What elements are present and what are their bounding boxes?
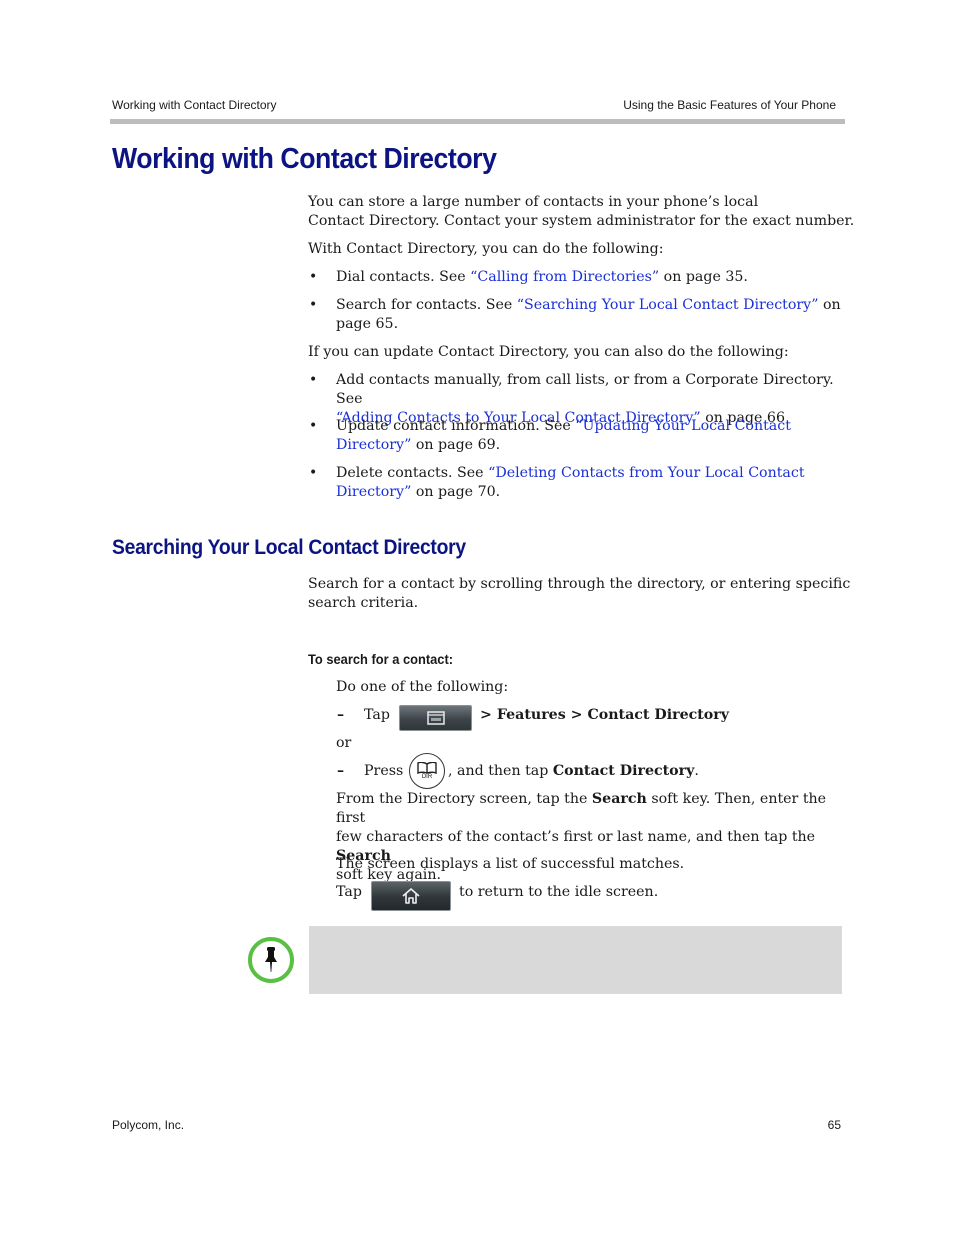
directory-hard-key[interactable]: DIR (409, 753, 445, 789)
bullet-icon: • (309, 418, 318, 434)
dir-key-label: DIR (421, 773, 433, 780)
procedure-title: To search for a contact: (308, 651, 454, 667)
list1-lead: With Contact Directory, you can do the f… (308, 241, 664, 257)
menu-path: > Features > Contact Directory (480, 707, 729, 723)
menu-softkey[interactable] (399, 705, 472, 731)
running-header-left: Working with Contact Directory (112, 98, 277, 112)
step-lead: Do one of the following: (336, 679, 509, 695)
home-icon (402, 888, 420, 904)
page-number: 65 (827, 1118, 841, 1132)
list2-lead: If you can update Contact Directory, you… (308, 344, 789, 360)
link-calling-from-directories[interactable]: “Calling from Directories” (470, 269, 659, 285)
search-intro: Search for a contact by scrolling throug… (308, 576, 851, 611)
section-heading: Searching Your Local Contact Directory (112, 536, 466, 559)
bullet-icon: • (309, 372, 318, 388)
list-item: Update contact information. See “Updatin… (336, 418, 791, 453)
bullet-icon: • (309, 269, 318, 285)
link-deleting-contacts[interactable]: “Deleting Contacts from Your Local Conta… (488, 465, 804, 481)
list-item: Delete contacts. See “Deleting Contacts … (336, 465, 805, 500)
home-softkey[interactable] (371, 881, 451, 911)
list-item: Search for contacts. See “Searching Your… (336, 297, 841, 332)
bullet-icon: • (309, 465, 318, 481)
dash-marker: – (337, 707, 345, 723)
note-pushpin-icon (248, 937, 294, 983)
note-box (309, 926, 842, 994)
bullet-icon: • (309, 297, 318, 313)
running-header-right: Using the Basic Features of Your Phone (623, 98, 836, 112)
intro-line-2: Contact Directory. Contact your system a… (308, 213, 855, 229)
link-updating-directory[interactable]: “Updating Your Local Contact (575, 418, 791, 434)
list-item: Dial contacts. See “Calling from Directo… (336, 269, 748, 285)
page-title: Working with Contact Directory (112, 143, 497, 175)
intro-line-1: You can store a large number of contacts… (308, 194, 759, 210)
link-deleting-contacts-cont[interactable]: Directory” (336, 484, 411, 500)
or-text: or (336, 735, 352, 751)
menu-icon (426, 711, 445, 725)
dash-marker: – (337, 763, 345, 779)
link-updating-directory-cont[interactable]: Directory” (336, 437, 411, 453)
book-icon (417, 761, 437, 774)
link-searching-local-directory[interactable]: “Searching Your Local Contact Directory” (517, 297, 819, 313)
matches-text: The screen displays a list of successful… (336, 856, 685, 872)
footer-company: Polycom, Inc. (112, 1118, 185, 1132)
intro-paragraph: You can store a large number of contacts… (308, 193, 854, 231)
header-rule (110, 119, 845, 124)
